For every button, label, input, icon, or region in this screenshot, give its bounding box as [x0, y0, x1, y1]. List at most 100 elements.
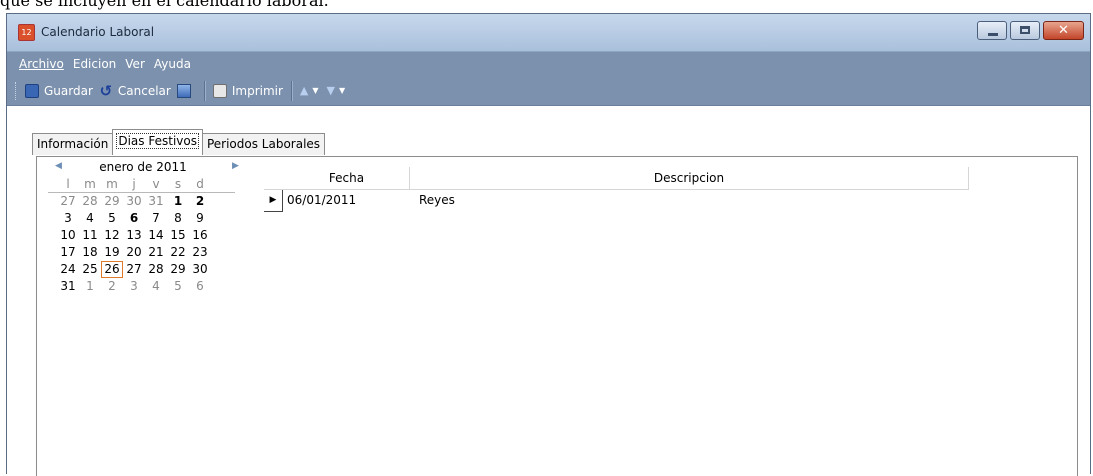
calendar-day[interactable]: 9: [189, 210, 211, 227]
grid-corner: [264, 167, 284, 189]
column-header-descripcion[interactable]: Descripcion: [410, 167, 969, 189]
weekday-label: m: [84, 177, 96, 191]
tab-periodos-laborales[interactable]: Periodos Laborales: [201, 133, 326, 155]
weekday-label: d: [196, 177, 204, 191]
calculator-icon: [176, 83, 191, 98]
calendar-day[interactable]: 12: [101, 227, 123, 244]
calendar-day[interactable]: 19: [101, 244, 123, 261]
app-window: 12 Calendario Laboral ✕ Archivo Edicion …: [6, 13, 1091, 476]
calendar-day[interactable]: 22: [167, 244, 189, 261]
close-icon: ✕: [1058, 23, 1069, 38]
navigate-down-dropdown-icon[interactable]: ▼: [339, 86, 345, 95]
calendar-day[interactable]: 7: [145, 210, 167, 227]
close-button[interactable]: ✕: [1043, 21, 1084, 40]
row-selector-arrow-icon[interactable]: ▶: [264, 190, 283, 212]
calendar-day[interactable]: 17: [57, 244, 79, 261]
calendar-day[interactable]: 3: [57, 210, 79, 227]
cancel-button[interactable]: ↺ Cancelar: [99, 81, 171, 100]
weekday-label: j: [132, 177, 136, 191]
calendar-day[interactable]: 4: [79, 210, 101, 227]
calendar-day[interactable]: 13: [123, 227, 145, 244]
cell-fecha[interactable]: 06/01/2011: [283, 190, 409, 212]
calendar-week: 31 1 2 3 4 5 6: [48, 278, 253, 295]
calendar-day[interactable]: 4: [145, 278, 167, 295]
calendar-day[interactable]: 6: [123, 210, 145, 227]
column-header-fecha[interactable]: Fecha: [284, 167, 410, 189]
tab-informacion-label: Información: [37, 137, 109, 151]
calendar-day[interactable]: 1: [167, 193, 189, 210]
tab-strip: Información Dias Festivos Periodos Labor…: [32, 129, 326, 155]
toolbar-separator-2: [290, 80, 293, 101]
maximize-button[interactable]: [1010, 21, 1040, 40]
maximize-icon: [1020, 26, 1030, 34]
calendar-day[interactable]: 11: [79, 227, 101, 244]
calendar-day[interactable]: 10: [57, 227, 79, 244]
navigate-down-icon[interactable]: ▼: [327, 84, 335, 97]
calendar-day[interactable]: 26: [101, 261, 123, 278]
calendar-week: 17 18 19 20 21 22 23: [48, 244, 253, 261]
calendar-day[interactable]: 21: [145, 244, 167, 261]
menu-archivo-label: Archivo: [19, 57, 64, 71]
tab-panel: ◀ enero de 2011 ▶ lmmjvsd 27 28 29 30 31 1 2 3 4…: [36, 156, 1078, 476]
calendar-day[interactable]: 14: [145, 227, 167, 244]
calendar-day[interactable]: 28: [145, 261, 167, 278]
calendar-day[interactable]: 24: [57, 261, 79, 278]
menu-ver-label: Ver: [125, 57, 145, 71]
print-button[interactable]: Imprimir: [212, 83, 283, 98]
menu-ayuda-label: Ayuda: [153, 57, 191, 71]
calendar-day[interactable]: 30: [123, 193, 145, 210]
navigate-up-dropdown-icon[interactable]: ▼: [312, 86, 318, 95]
calendar-day[interactable]: 5: [101, 210, 123, 227]
minimize-icon: [988, 33, 998, 36]
calendar-header: ◀ enero de 2011 ▶: [48, 159, 253, 177]
calendar-day[interactable]: 18: [79, 244, 101, 261]
calendar-day[interactable]: 5: [167, 278, 189, 295]
undo-icon: ↺: [99, 81, 113, 100]
calendar-day[interactable]: 29: [167, 261, 189, 278]
next-month-icon[interactable]: ▶: [232, 161, 239, 171]
table-row[interactable]: ▶ 06/01/2011 Reyes: [264, 190, 969, 212]
calendar-days: 27 28 29 30 31 1 2 3 4 5 6 7 8 9 10 11 12 13 14 15 16 17 18 19 2…: [48, 193, 253, 295]
calendar-day[interactable]: 20: [123, 244, 145, 261]
calendar-day[interactable]: 31: [145, 193, 167, 210]
calendar-day[interactable]: 27: [57, 193, 79, 210]
menu-edicion-label: Edicion: [72, 57, 117, 71]
calendar-day[interactable]: 31: [57, 278, 79, 295]
calendar-day[interactable]: 2: [189, 193, 211, 210]
toolbar: Guardar ↺ Cancelar Imprimir ▲ ▼ ▼ ▼: [7, 76, 1090, 106]
calendar-day[interactable]: 29: [101, 193, 123, 210]
tab-dias-festivos[interactable]: Dias Festivos: [112, 129, 203, 155]
menu-ver[interactable]: Ver: [125, 57, 145, 71]
calendar-day[interactable]: 25: [79, 261, 101, 278]
calendar-day[interactable]: 30: [189, 261, 211, 278]
calendar-day[interactable]: 15: [167, 227, 189, 244]
navigate-up-icon[interactable]: ▲: [300, 84, 308, 97]
calendar-month-title[interactable]: enero de 2011: [48, 160, 238, 174]
calculator-button[interactable]: [176, 83, 196, 98]
print-label: Imprimir: [231, 83, 283, 98]
calendar-day[interactable]: 6: [189, 278, 211, 295]
calendar-week: 27 28 29 30 31 1 2: [48, 193, 253, 210]
month-calendar: ◀ enero de 2011 ▶ lmmjvsd 27 28 29 30 31 1 2 3 4…: [48, 159, 253, 295]
calendar-day[interactable]: 27: [123, 261, 145, 278]
calendar-day[interactable]: 16: [189, 227, 211, 244]
minimize-button[interactable]: [977, 21, 1007, 40]
calendar-day[interactable]: 3: [123, 278, 145, 295]
calendar-day[interactable]: 23: [189, 244, 211, 261]
calendar-week: 3456789: [48, 210, 253, 227]
floppy-disk-icon: [25, 83, 39, 98]
menu-edicion[interactable]: Edicion: [73, 57, 116, 71]
cell-descripcion[interactable]: Reyes: [409, 190, 455, 212]
calendar-day[interactable]: 28: [79, 193, 101, 210]
calendar-day[interactable]: 8: [167, 210, 189, 227]
tab-informacion[interactable]: Información: [32, 133, 114, 155]
menu-ayuda[interactable]: Ayuda: [154, 57, 191, 71]
calendar-day[interactable]: 1: [79, 278, 101, 295]
calendar-app-icon: 12: [18, 24, 35, 41]
toolbar-grip[interactable]: [15, 81, 19, 100]
save-button[interactable]: Guardar: [25, 83, 93, 98]
weekday-label: v: [152, 177, 160, 191]
calendar-day[interactable]: 2: [101, 278, 123, 295]
menu-archivo[interactable]: Archivo: [19, 57, 64, 71]
weekday-header: lmmjvsd: [48, 177, 235, 193]
